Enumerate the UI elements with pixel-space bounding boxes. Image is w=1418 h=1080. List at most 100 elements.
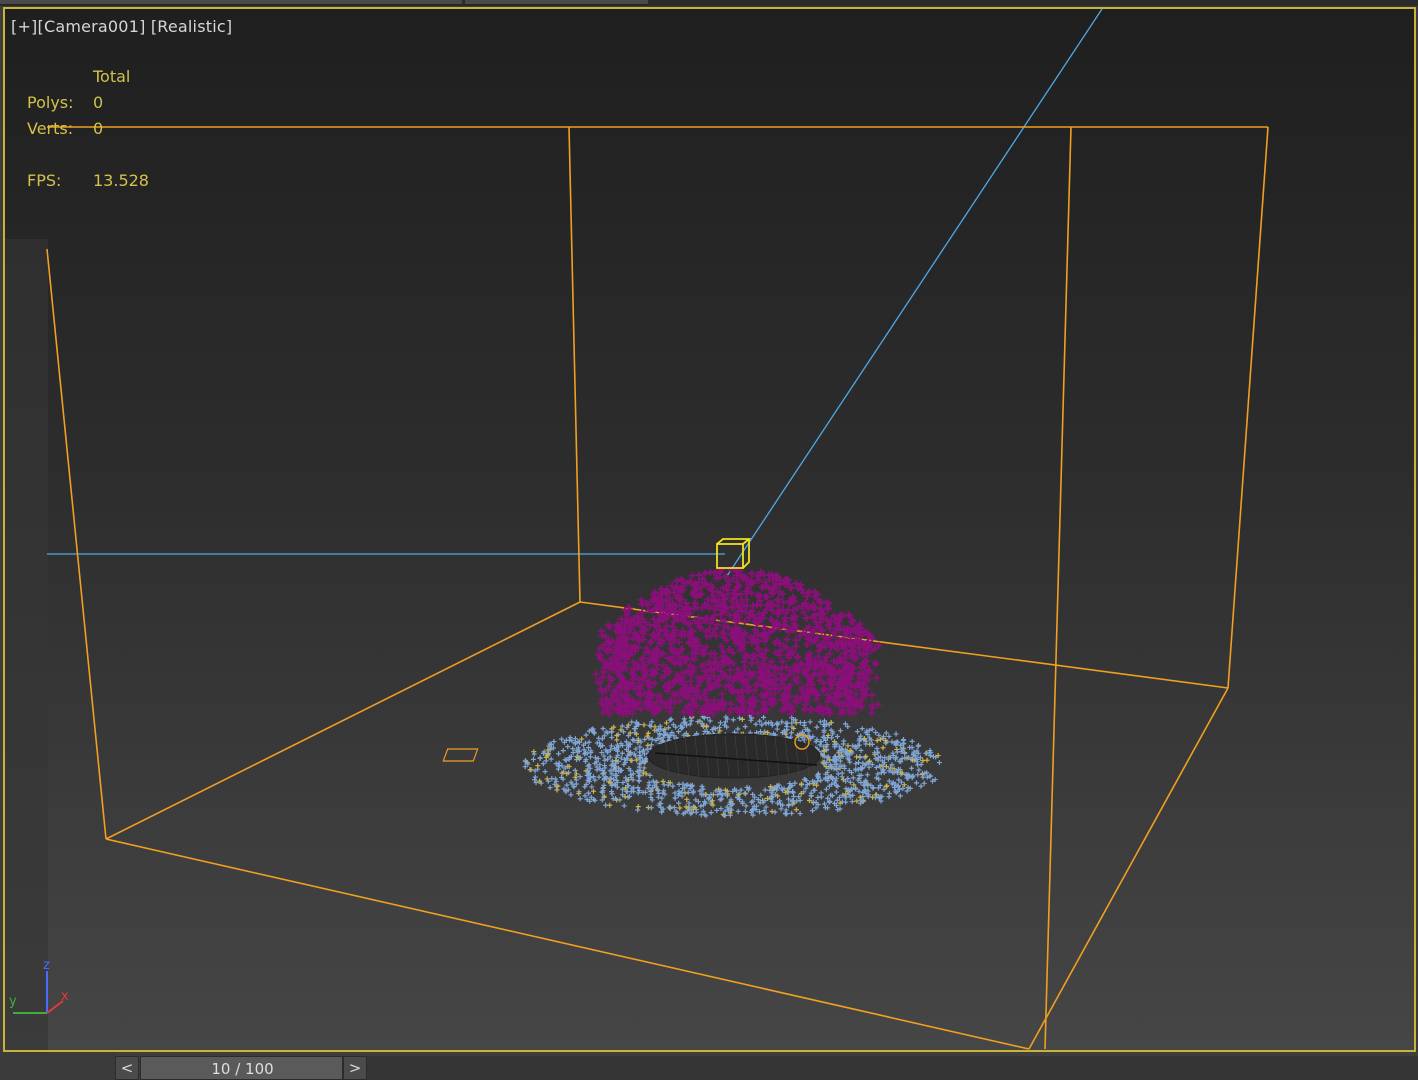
particle-upper — [667, 704, 675, 712]
stats-fps-label: FPS: — [27, 171, 62, 190]
particle-lower — [636, 778, 642, 784]
viewport-camera-menu[interactable]: [Camera001] — [38, 17, 146, 36]
particle-upper — [826, 650, 834, 658]
particle-lower — [676, 729, 682, 735]
particle-lower — [814, 724, 820, 730]
particle-upper — [706, 568, 714, 576]
particle-lower — [532, 774, 538, 780]
particle-lower — [789, 810, 795, 816]
particle-upper — [645, 678, 653, 686]
particle-lower — [854, 754, 860, 760]
stats-fps-value: 13.528 — [93, 171, 149, 190]
particle-lower — [587, 754, 593, 760]
particle-lower — [907, 744, 913, 750]
particle-lower — [609, 734, 615, 740]
time-slider-next-button[interactable]: > — [343, 1056, 367, 1080]
particle-upper — [803, 641, 811, 649]
time-slider-bar: < 10 / 100 > — [0, 1052, 1418, 1080]
particle-lower — [835, 771, 841, 777]
particle-lower — [810, 800, 816, 806]
particle-lower — [857, 794, 863, 800]
particle-lower — [667, 805, 673, 811]
particle-lower — [663, 720, 669, 726]
particle-lower — [936, 760, 942, 766]
particle-lower — [748, 717, 754, 723]
particle-lower — [522, 764, 528, 770]
particle-lower — [688, 718, 694, 724]
particle-upper — [717, 616, 725, 624]
particle-lower — [564, 782, 570, 788]
particle-lower — [901, 737, 907, 743]
particle-lower — [629, 719, 635, 725]
stats-verts-label: Verts: — [27, 119, 74, 138]
particle-upper — [645, 606, 653, 614]
particle-upper — [836, 710, 844, 718]
particle-lower — [530, 756, 536, 762]
particle-lower — [589, 784, 595, 790]
particle-upper — [778, 670, 786, 678]
particle-lower — [869, 741, 875, 747]
particle-lower — [555, 766, 561, 772]
axis-gizmo: z y x — [9, 958, 69, 1014]
particle-lower — [635, 807, 641, 813]
top-tab-2[interactable] — [465, 0, 648, 5]
particle-lower — [577, 796, 583, 802]
particle-lower — [915, 772, 921, 778]
particle-lower — [815, 795, 821, 801]
particle-lower — [762, 787, 768, 793]
particle-lower — [608, 729, 614, 735]
particle-lower — [784, 723, 790, 729]
particle-lower — [730, 717, 736, 723]
particle-lower — [676, 781, 682, 787]
camera-viewport[interactable]: z y x [+][Camera001] [Realistic] Total P… — [3, 7, 1416, 1052]
particle-lower — [897, 793, 903, 799]
particle-upper — [695, 571, 703, 579]
particle-upper — [728, 603, 736, 611]
time-slider-thumb[interactable]: 10 / 100 — [141, 1057, 344, 1079]
particle-lower — [798, 781, 804, 787]
time-slider-track[interactable]: 10 / 100 — [140, 1056, 343, 1080]
particle-lower — [893, 731, 899, 737]
particle-lower — [854, 729, 860, 735]
bounding-box-edge — [46, 248, 107, 840]
particle-lower — [547, 785, 553, 791]
particle-lower — [886, 733, 892, 739]
laser-diagonal-line — [724, 9, 1103, 580]
particle-upper — [718, 643, 726, 651]
particle-lower — [628, 772, 634, 778]
particle-lower — [769, 808, 775, 814]
particle-lower — [614, 737, 620, 743]
scene-canvas[interactable]: z y x — [5, 9, 1414, 1050]
particle-lower — [593, 755, 599, 761]
particle-lower — [853, 761, 859, 767]
particle-lower — [586, 739, 592, 745]
particle-lower — [681, 716, 687, 722]
particle-lower — [823, 786, 829, 792]
particle-lower — [883, 730, 889, 736]
particle-lower — [774, 726, 780, 732]
particle-upper — [726, 611, 734, 619]
particle-lower — [531, 749, 537, 755]
time-slider-left-pad — [0, 1052, 115, 1080]
viewport-menu-plus[interactable]: [+] — [11, 17, 38, 36]
particle-lower — [833, 775, 839, 781]
particle-lower — [833, 789, 839, 795]
z-axis-label: z — [43, 958, 50, 973]
stats-polys-label: Polys: — [27, 93, 74, 112]
timeline-ruler[interactable] — [367, 1056, 1418, 1080]
top-tab-1[interactable] — [0, 0, 462, 5]
particle-upper — [598, 696, 606, 704]
particle-upper — [793, 654, 801, 662]
particle-upper — [792, 642, 800, 650]
time-slider-prev-button[interactable]: < — [115, 1056, 139, 1080]
particle-lower — [761, 714, 767, 720]
bounding-box[interactable] — [46, 126, 1269, 1050]
particle-lower — [548, 756, 554, 762]
particle-lower — [758, 792, 764, 798]
particle-upper — [845, 611, 853, 619]
particle-upper — [630, 675, 638, 683]
particle-lower — [797, 720, 803, 726]
particle-lower — [583, 732, 589, 738]
viewport-shading-menu[interactable]: [Realistic] — [151, 17, 232, 36]
particle-lower — [821, 801, 827, 807]
